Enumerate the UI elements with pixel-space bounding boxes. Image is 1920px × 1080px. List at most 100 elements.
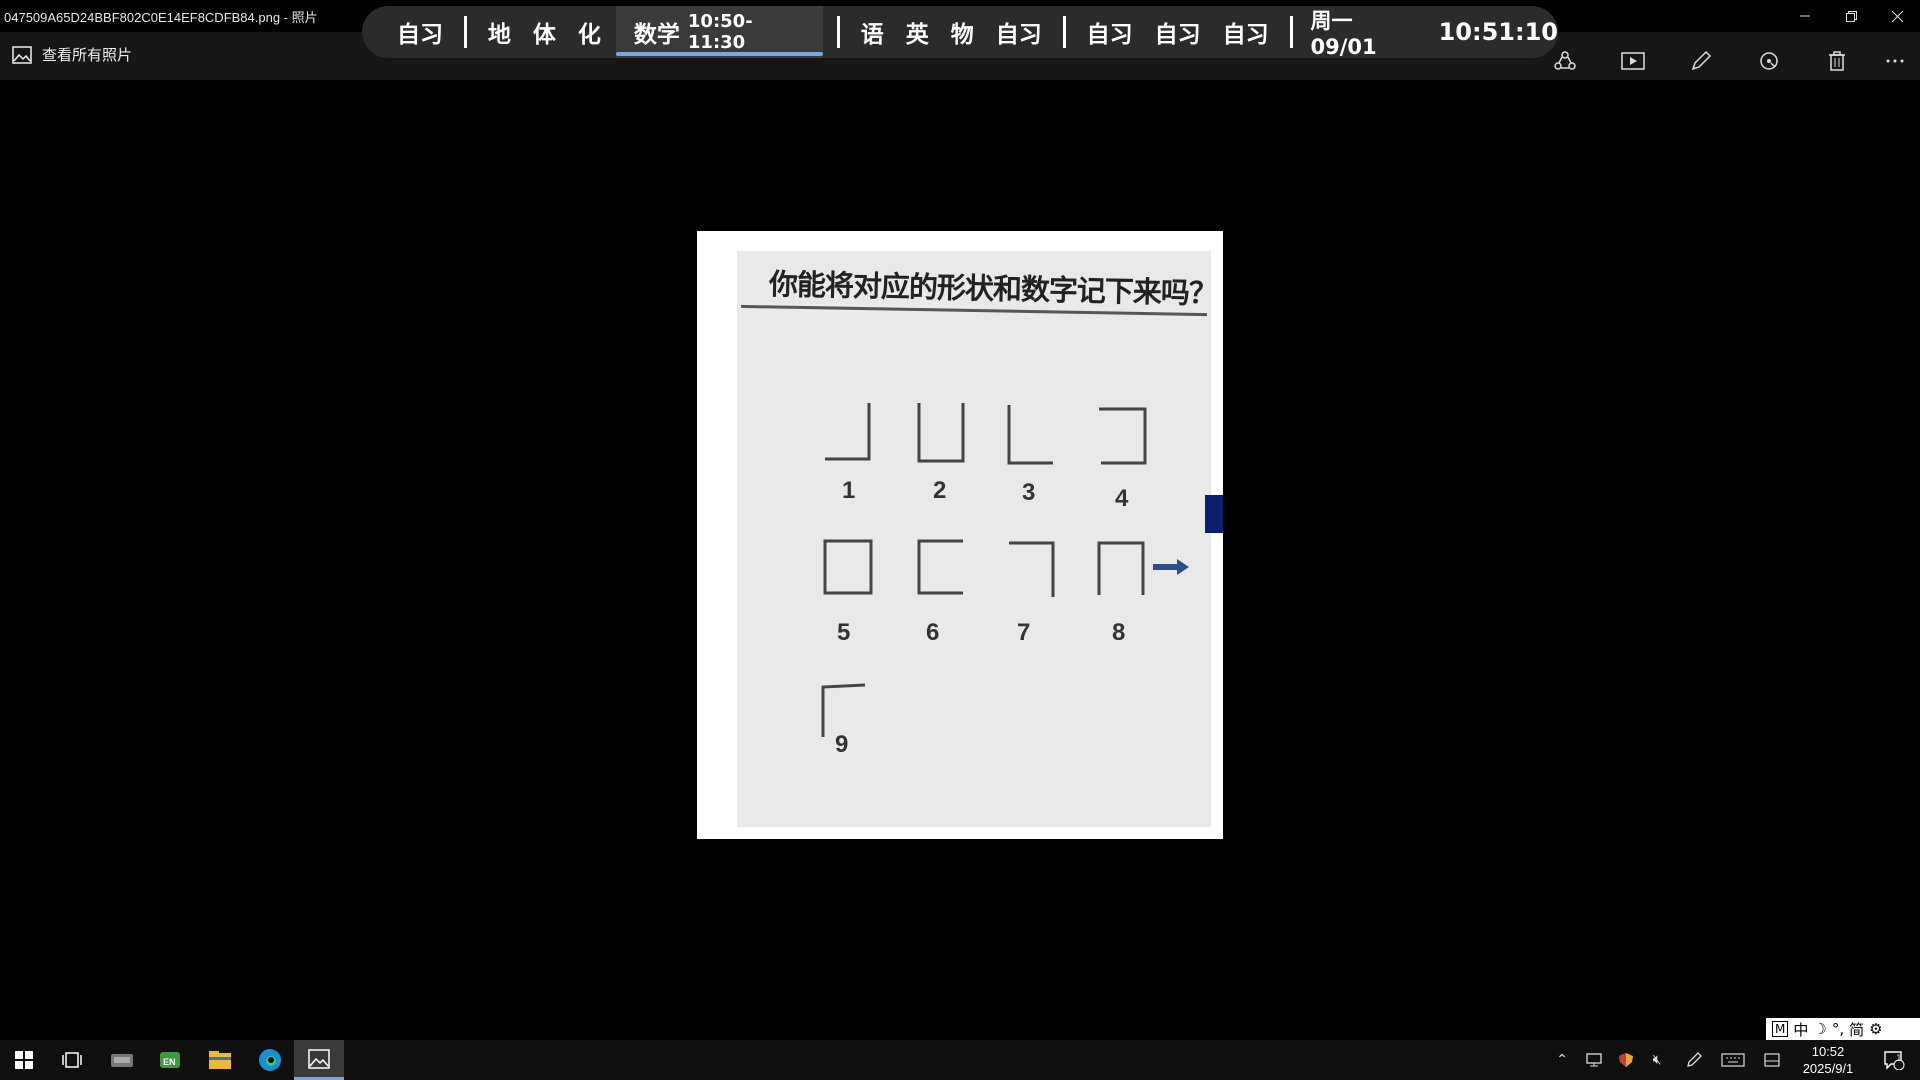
close-button[interactable] — [1874, 0, 1920, 32]
network-button[interactable] — [1582, 1040, 1606, 1080]
shape-3 — [1007, 405, 1053, 465]
share-button[interactable] — [1548, 44, 1582, 78]
more-icon — [1886, 59, 1904, 63]
schedule-clock: 10:51:10 — [1438, 18, 1558, 46]
edge-button[interactable] — [246, 1040, 294, 1080]
see-all-photos-button[interactable]: 查看所有照片 — [12, 44, 132, 65]
action-center-button[interactable]: 1 — [1874, 1040, 1914, 1080]
taskbar-clock[interactable]: 10:52 2025/9/1 — [1788, 1043, 1868, 1077]
moon-icon[interactable]: ☽ — [1813, 1020, 1826, 1038]
volume-button[interactable]: 🔇︎ — [1644, 1040, 1670, 1080]
current-class-subject: 数学 — [633, 22, 680, 48]
shape-1 — [825, 403, 871, 461]
ime-script[interactable]: 简 — [1849, 1019, 1864, 1040]
schedule-item: 自习 — [1222, 22, 1269, 48]
task-view-button[interactable] — [48, 1040, 96, 1080]
taskbar-time: 10:52 — [1811, 1044, 1845, 1059]
security-button[interactable] — [1614, 1040, 1638, 1080]
schedule-item: 自习 — [397, 22, 443, 48]
task-view-icon — [62, 1052, 82, 1068]
schedule-item: 体 — [532, 22, 556, 48]
shape-label: 7 — [1017, 619, 1031, 646]
shape-label: 3 — [1022, 479, 1036, 506]
schedule-item: 自习 — [995, 22, 1042, 48]
chevron-up-icon: ⌃ — [1556, 1052, 1568, 1068]
schedule-divider — [836, 16, 840, 48]
current-class-indicator — [615, 52, 823, 56]
restore-button[interactable] — [1828, 0, 1874, 32]
rotate-button[interactable] — [1752, 44, 1786, 78]
more-button[interactable] — [1878, 44, 1912, 78]
schedule-item: 地 — [487, 22, 511, 48]
start-button[interactable] — [0, 1040, 48, 1080]
worksheet: 你能将对应的形状和数字记下来吗？ 1 2 3 4 5 6 7 8 9 — [737, 251, 1217, 827]
file-explorer-icon — [209, 1051, 231, 1069]
shape-label: 6 — [926, 619, 940, 646]
minimize-button[interactable] — [1782, 0, 1828, 32]
svg-text:EN: EN — [163, 1057, 176, 1067]
gallery-icon — [12, 45, 32, 64]
schedule-date: 周一 09/01 — [1310, 9, 1377, 59]
shape-label: 5 — [837, 619, 851, 646]
shape-label: 9 — [835, 731, 849, 758]
slideshow-icon — [1621, 52, 1645, 70]
en-app-button[interactable]: EN — [146, 1040, 194, 1080]
photos-icon — [308, 1048, 330, 1069]
arrow-head-icon — [1177, 559, 1189, 575]
shape-2 — [917, 403, 965, 463]
pen-button[interactable] — [1682, 1040, 1706, 1080]
schedule-divider — [1289, 16, 1293, 48]
schedule-item: 英 — [905, 22, 929, 48]
start-icon — [15, 1051, 33, 1069]
shape-label: 4 — [1115, 485, 1129, 512]
shape-label: 1 — [842, 477, 856, 504]
delete-icon — [1829, 51, 1845, 71]
schedule-divider — [464, 16, 467, 48]
edit-icon — [1691, 50, 1712, 71]
restore-icon — [1845, 10, 1857, 22]
share-icon — [1554, 51, 1576, 70]
ime-mode[interactable]: M — [1772, 1021, 1789, 1037]
edge-marker — [1205, 495, 1223, 533]
schedule-divider — [1062, 16, 1066, 48]
slideshow-button[interactable] — [1616, 44, 1650, 78]
shape-label: 8 — [1112, 619, 1126, 646]
notification-count: 1 — [1896, 1054, 1902, 1064]
en-app-icon: EN — [160, 1052, 180, 1068]
window-title: 047509A65D24BBF802C0E14EF8CDFB84.png - 照… — [4, 10, 318, 25]
edge-icon — [259, 1049, 281, 1071]
gear-icon[interactable]: ⚙ — [1869, 1020, 1882, 1038]
shape-7 — [1009, 541, 1055, 597]
ime-lang[interactable]: 中 — [1793, 1019, 1808, 1040]
ime-toolbar[interactable]: M 中 ☽ °, 简 ⚙ — [1766, 1018, 1920, 1040]
touch-keyboard-icon — [1721, 1053, 1745, 1067]
shape-5 — [823, 539, 873, 595]
show-hidden-icons-button[interactable]: ⌃ — [1550, 1040, 1574, 1080]
delete-button[interactable] — [1820, 44, 1854, 78]
taskbar: EN ⌃ 🔇︎ 10:52 2025/9/1 1 — [0, 1040, 1920, 1080]
keyboard-app-button[interactable] — [98, 1040, 146, 1080]
touch-keyboard-button[interactable] — [1718, 1040, 1748, 1080]
tablet-icon — [1764, 1053, 1780, 1067]
keyboard-app-icon — [111, 1054, 133, 1067]
shape-4 — [1099, 407, 1147, 465]
tablet-mode-button[interactable] — [1760, 1040, 1784, 1080]
edit-button[interactable] — [1684, 44, 1718, 78]
current-class-time: 10:50-11:30 — [687, 11, 753, 53]
current-class: 数学 10:50-11:30 — [615, 6, 823, 58]
security-icon — [1619, 1053, 1633, 1067]
schedule-item: 自习 — [1086, 22, 1133, 48]
file-explorer-button[interactable] — [196, 1040, 244, 1080]
photo-image[interactable]: 你能将对应的形状和数字记下来吗？ 1 2 3 4 5 6 7 8 9 — [697, 231, 1223, 839]
shape-8 — [1097, 541, 1145, 595]
shape-label: 2 — [933, 477, 947, 504]
pen-icon — [1687, 1052, 1702, 1067]
ime-punct[interactable]: °, — [1832, 1020, 1844, 1038]
mute-icon: 🔇︎ — [1652, 1052, 1662, 1068]
schedule-item: 物 — [950, 22, 974, 48]
shape-6 — [917, 539, 963, 595]
taskbar-date: 2025/9/1 — [1802, 1061, 1854, 1076]
schedule-item: 化 — [577, 22, 601, 48]
schedule-item: 语 — [860, 22, 884, 48]
photos-app-button[interactable] — [294, 1040, 344, 1080]
